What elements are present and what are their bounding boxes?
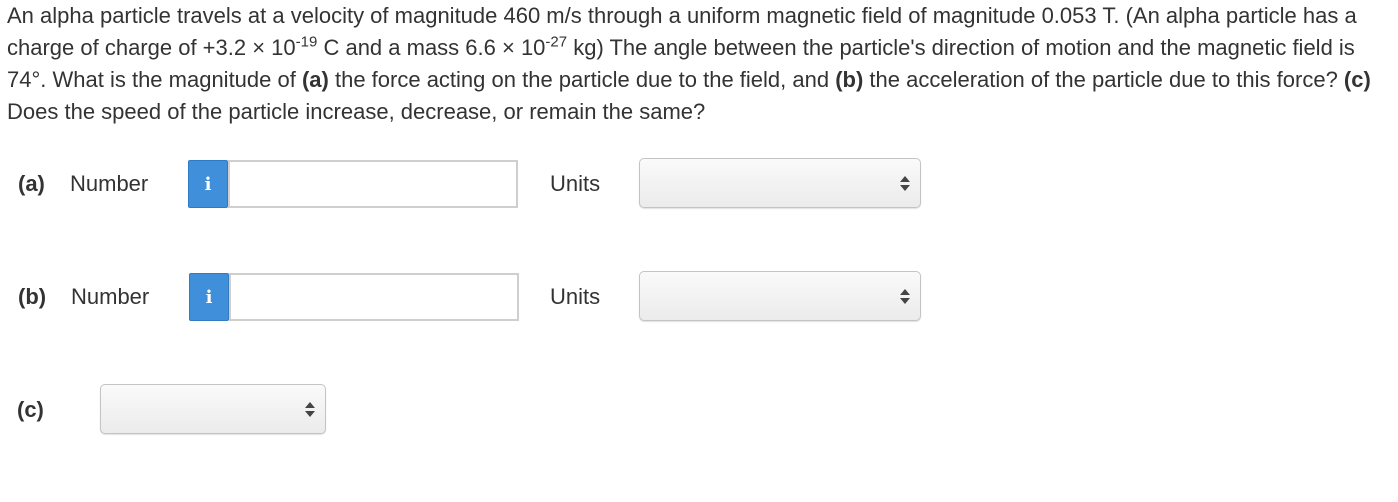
updown-arrows-icon bbox=[305, 402, 315, 418]
part-a-info-button[interactable]: i bbox=[188, 160, 228, 208]
part-b-number-label: Number bbox=[71, 284, 150, 309]
part-a-units-label: Units bbox=[550, 171, 601, 196]
updown-arrows-icon bbox=[900, 176, 910, 192]
mass-exponent: -27 bbox=[545, 33, 568, 51]
part-a-label: (a) bbox=[18, 171, 45, 196]
question-segment: the acceleration of the particle due to … bbox=[863, 67, 1344, 92]
part-b-tag: (b) bbox=[835, 67, 864, 92]
part-b-number-input[interactable] bbox=[229, 273, 519, 321]
updown-arrows-icon bbox=[900, 289, 910, 305]
part-b-units-label: Units bbox=[550, 284, 601, 309]
part-a-tag: (a) bbox=[301, 67, 329, 92]
question-segment: C and a mass 6.6 × 10 bbox=[317, 35, 546, 60]
part-b-label: (b) bbox=[18, 284, 47, 309]
charge-exponent: -19 bbox=[295, 33, 318, 51]
part-a-number-input[interactable] bbox=[228, 160, 518, 208]
part-a-units-select[interactable] bbox=[639, 158, 921, 208]
question-text: An alpha particle travels at a velocity … bbox=[7, 0, 1395, 128]
part-b-info-button[interactable]: i bbox=[189, 273, 229, 321]
question-segment: the force acting on the particle due to … bbox=[328, 67, 836, 92]
part-c-select[interactable] bbox=[100, 384, 326, 434]
info-icon: i bbox=[204, 173, 212, 195]
question-segment: Does the speed of the particle increase,… bbox=[7, 99, 706, 124]
part-a-number-label: Number bbox=[70, 171, 149, 196]
info-icon: i bbox=[205, 286, 213, 308]
part-c-tag: (c) bbox=[1343, 67, 1371, 92]
part-b-units-select[interactable] bbox=[639, 271, 921, 321]
part-c-label: (c) bbox=[17, 397, 44, 422]
